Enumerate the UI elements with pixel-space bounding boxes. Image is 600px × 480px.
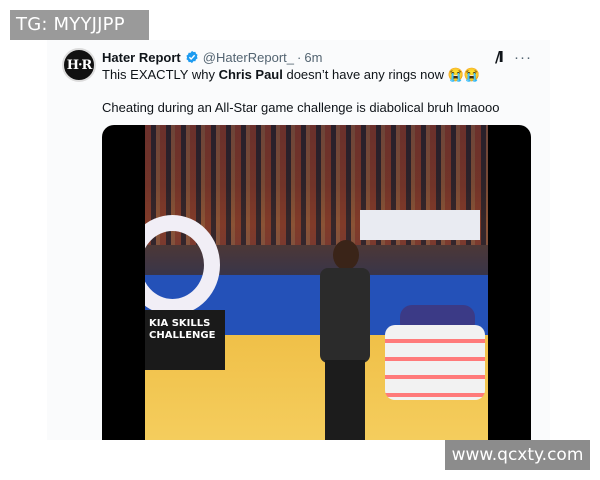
tweet-text-line-1: This EXACTLY why Chris Paul doesn’t have… <box>102 67 480 82</box>
player-figure <box>315 240 385 440</box>
video-frame: KIA SKILLS CHALLENGE <box>145 125 488 440</box>
tweet-card: H·R Hater Report @HaterReport_ · 6m /I ·… <box>47 40 550 440</box>
handle[interactable]: @HaterReport_ <box>203 50 294 65</box>
verified-badge-icon <box>186 50 198 64</box>
stars-banner <box>360 210 480 240</box>
tweet-text-line-2: Cheating during an All-Star game challen… <box>102 100 500 115</box>
watermark-top-left: TG: MYYJJPP <box>10 10 149 40</box>
header-actions: /I ··· <box>495 48 532 66</box>
ball-rack <box>385 325 485 400</box>
tweet-header: Hater Report @HaterReport_ · 6m <box>102 48 322 66</box>
skills-challenge-sign: KIA SKILLS CHALLENGE <box>145 310 225 370</box>
separator: · <box>297 49 302 65</box>
grok-icon[interactable]: /I <box>495 48 504 66</box>
avatar[interactable]: H·R <box>62 48 96 82</box>
video-player[interactable]: KIA SKILLS CHALLENGE <box>102 125 531 440</box>
watermark-bottom-right: www.qcxty.com <box>445 440 590 470</box>
more-options-icon[interactable]: ··· <box>514 49 532 66</box>
mention-name: Chris Paul <box>218 67 283 82</box>
display-name[interactable]: Hater Report <box>102 50 181 65</box>
timestamp[interactable]: 6m <box>304 50 322 65</box>
